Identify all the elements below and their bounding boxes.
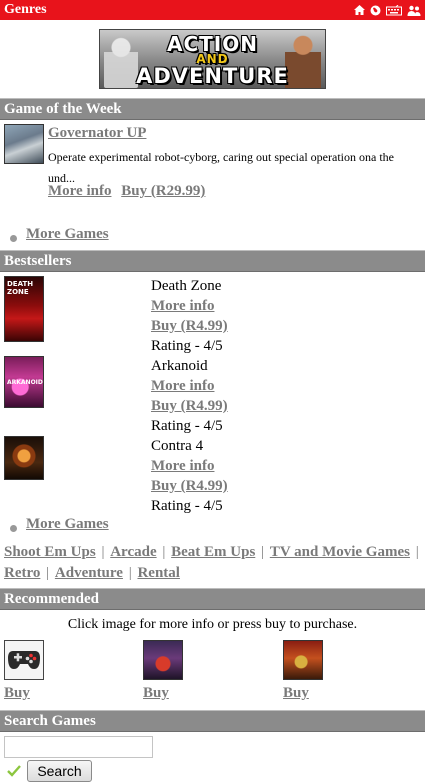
more-info-link[interactable]: More info: [48, 183, 111, 199]
banner-line-3: ADVENTURE: [136, 64, 289, 88]
bullet-icon: [10, 235, 17, 242]
bestsellers-list: DEATH ZONE Death Zone More info Buy (R4.…: [0, 272, 425, 516]
list-item: Buy: [4, 640, 124, 702]
list-item: DEATH ZONE Death Zone More info Buy (R4.…: [0, 272, 425, 354]
game-cover-icon[interactable]: [283, 640, 323, 680]
search-button[interactable]: Search: [27, 760, 92, 782]
top-bar: Genres: [0, 0, 425, 20]
governator-thumbnail[interactable]: [4, 124, 44, 164]
list-item: Buy: [283, 640, 403, 702]
globe-icon[interactable]: [370, 5, 381, 16]
contra-thumbnail[interactable]: [4, 436, 44, 480]
genre-link-arcade[interactable]: Arcade: [110, 544, 156, 560]
list-item: ARKANOID Arkanoid More info Buy (R4.99) …: [0, 352, 425, 434]
separator: |: [415, 544, 419, 560]
more-games-link[interactable]: More Games: [26, 516, 109, 533]
genre-links: Shoot Em Ups | Arcade | Beat Em Ups | TV…: [0, 539, 425, 584]
keyboard-icon[interactable]: [386, 4, 402, 16]
genre-link-tv-and-movie-games[interactable]: TV and Movie Games: [270, 544, 410, 560]
genre-link-shoot-em-ups[interactable]: Shoot Em Ups: [4, 544, 96, 560]
separator: |: [162, 544, 166, 560]
item-rating: Rating - 4/5: [151, 498, 223, 514]
search-actions: Search: [4, 760, 421, 782]
buy-link[interactable]: Buy (R4.99): [151, 398, 228, 414]
bestsellers-heading: Bestsellers: [0, 250, 425, 272]
banner-area: ACTION AND ADVENTURE: [0, 20, 425, 98]
recommended-list: Buy Buy Buy: [0, 640, 425, 710]
death-zone-thumbnail[interactable]: DEATH ZONE: [4, 276, 44, 342]
item-title: Death Zone: [151, 278, 222, 294]
buy-link[interactable]: Buy: [283, 685, 403, 702]
top-icons: [354, 4, 421, 16]
more-info-link[interactable]: More info: [151, 378, 214, 394]
search-heading: Search Games: [0, 710, 425, 732]
buy-link[interactable]: Buy: [4, 685, 124, 702]
separator: |: [128, 565, 132, 581]
item-info: Death Zone More info Buy (R4.99) Rating …: [151, 276, 228, 356]
separator: |: [261, 544, 265, 560]
game-of-week-title[interactable]: Governator UP: [48, 125, 146, 142]
buy-link[interactable]: Buy (R4.99): [151, 478, 228, 494]
item-title: Arkanoid: [151, 358, 208, 374]
search-input[interactable]: [4, 736, 153, 758]
more-games-bestsellers: More Games: [0, 516, 425, 536]
genre-link-adventure[interactable]: Adventure: [55, 565, 123, 581]
game-cover-icon[interactable]: [143, 640, 183, 680]
item-info: Contra 4 More info Buy (R4.99) Rating - …: [151, 436, 228, 516]
arkanoid-thumbnail[interactable]: ARKANOID: [4, 356, 44, 408]
more-games-gotw: More Games: [0, 226, 425, 246]
more-info-link[interactable]: More info: [151, 458, 214, 474]
genre-banner[interactable]: ACTION AND ADVENTURE: [99, 29, 326, 89]
separator: |: [101, 544, 105, 560]
search-form: Search: [0, 732, 425, 782]
more-games-link[interactable]: More Games: [26, 226, 109, 243]
recommended-heading: Recommended: [0, 588, 425, 610]
people-icon[interactable]: [407, 5, 421, 16]
genre-link-rental[interactable]: Rental: [137, 565, 180, 581]
thumbnail-caption: DEATH ZONE: [7, 280, 34, 296]
buy-link[interactable]: Buy (R29.99): [121, 183, 205, 199]
genre-link-retro[interactable]: Retro: [4, 565, 40, 581]
checkmark-icon: [4, 761, 24, 781]
page-title: Genres: [4, 2, 47, 17]
list-item: Contra 4 More info Buy (R4.99) Rating - …: [0, 432, 425, 514]
gamepad-icon[interactable]: [4, 640, 44, 680]
buy-link[interactable]: Buy (R4.99): [151, 318, 228, 334]
list-item: Buy: [143, 640, 263, 702]
item-title: Contra 4: [151, 438, 204, 454]
buy-link[interactable]: Buy: [143, 685, 263, 702]
game-of-week: Governator UP Operate experimental robot…: [0, 120, 425, 226]
separator: |: [46, 565, 50, 581]
thumbnail-caption: ARKANOID: [7, 379, 43, 386]
game-of-week-heading: Game of the Week: [0, 98, 425, 120]
more-info-link[interactable]: More info: [151, 298, 214, 314]
bullet-icon: [10, 525, 17, 532]
item-info: Arkanoid More info Buy (R4.99) Rating - …: [151, 356, 228, 436]
game-of-week-links: More info Buy (R29.99): [48, 183, 211, 200]
recommended-note: Click image for more info or press buy t…: [67, 617, 358, 632]
genre-link-beat-em-ups[interactable]: Beat Em Ups: [171, 544, 255, 560]
home-icon[interactable]: [354, 5, 365, 15]
